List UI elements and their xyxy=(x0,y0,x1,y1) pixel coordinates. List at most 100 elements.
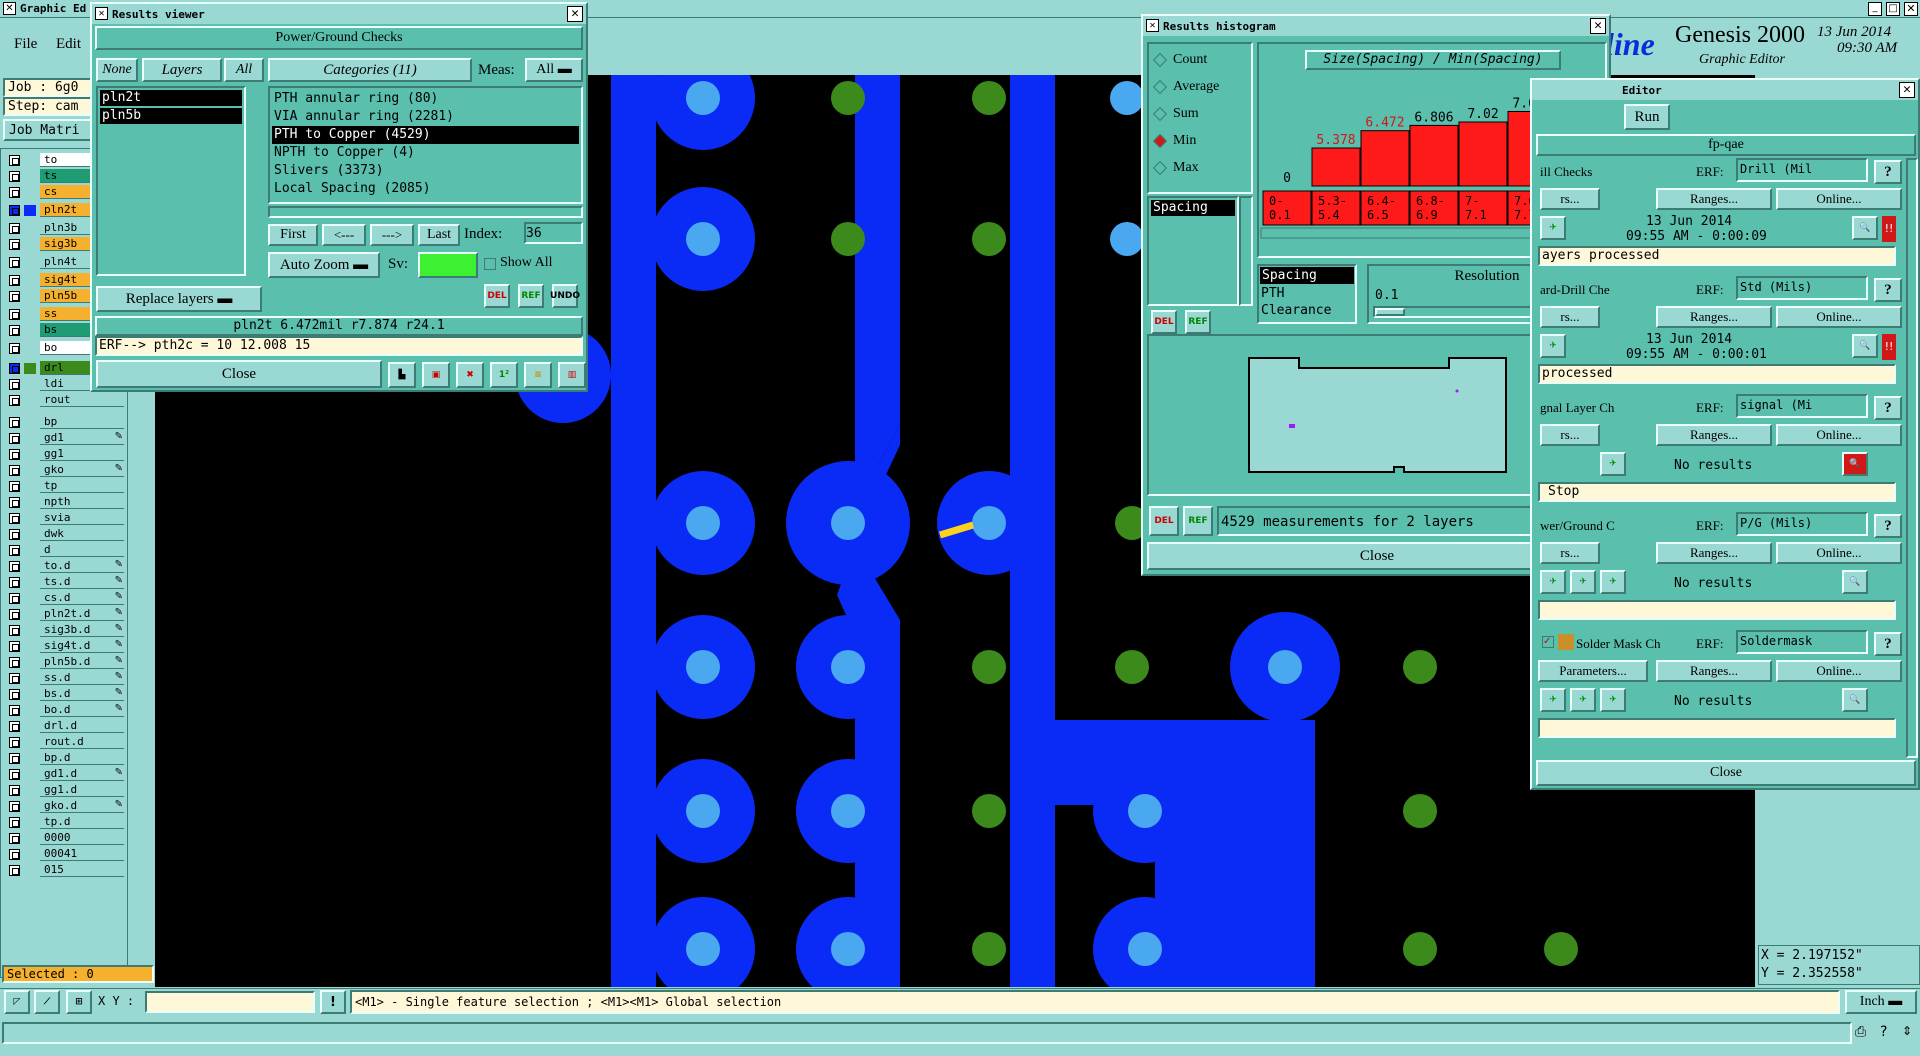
zoom-icon[interactable]: 🔍 xyxy=(1842,452,1868,476)
layer-checkbox[interactable] xyxy=(9,817,20,828)
layer-checkbox[interactable] xyxy=(9,673,20,684)
run-check-icon[interactable]: ✈ xyxy=(1540,334,1566,358)
checklist-scroll[interactable] xyxy=(1906,158,1918,758)
layer-checkbox[interactable] xyxy=(9,343,20,354)
menu-edit[interactable]: Edit xyxy=(56,36,81,53)
layer-checkbox[interactable] xyxy=(9,753,20,764)
online-button[interactable]: Online... xyxy=(1776,542,1902,564)
category-list[interactable]: PTH annular ring (80) VIA annular ring (2… xyxy=(268,86,583,204)
mode-radio-sum[interactable]: Sum xyxy=(1152,104,1199,124)
run-check-icon[interactable]: ✈ xyxy=(1600,570,1626,594)
zoom-icon[interactable]: 🔍 xyxy=(1852,216,1878,240)
layer-result-list[interactable]: pln2t pln5b xyxy=(96,86,246,276)
layer-checkbox[interactable] xyxy=(9,737,20,748)
layer-result-item[interactable]: pln5b xyxy=(100,108,242,124)
ref-icon[interactable]: REF xyxy=(518,284,544,308)
layer-row[interactable]: npth xyxy=(7,495,125,510)
parameters-button[interactable]: rs... xyxy=(1540,306,1600,328)
layer-checkbox[interactable] xyxy=(9,433,20,444)
mode-radio-min[interactable]: Min xyxy=(1152,131,1196,151)
layer-checkbox[interactable] xyxy=(9,205,20,216)
zoom-icon[interactable]: 🔍 xyxy=(1842,570,1868,594)
replace-layers-select[interactable]: Replace layers ▬ xyxy=(96,286,262,312)
layer-checkbox[interactable] xyxy=(9,769,20,780)
layer-row[interactable]: svia xyxy=(7,511,125,526)
layer-row[interactable]: sig3b.d ✎ xyxy=(7,623,125,638)
category-hscroll[interactable] xyxy=(268,206,583,218)
layer-row[interactable]: pln5b.d ✎ xyxy=(7,655,125,670)
layer-row[interactable]: ss.d ✎ xyxy=(7,671,125,686)
units-select[interactable]: Inch ▬ xyxy=(1845,990,1917,1014)
layer-checkbox[interactable] xyxy=(9,849,20,860)
results-viewer-titlebar[interactable]: ✕ Results viewer ✕ xyxy=(92,4,586,24)
layer-checkbox[interactable] xyxy=(9,609,20,620)
ranges-button[interactable]: Ranges... xyxy=(1656,542,1772,564)
category-item[interactable]: PTH annular ring (80) xyxy=(272,90,579,108)
layer-row[interactable]: d xyxy=(7,543,125,558)
layer-checkbox[interactable] xyxy=(9,865,20,876)
run-button[interactable]: Run xyxy=(1624,104,1670,130)
layers-button[interactable]: Layers xyxy=(142,58,222,82)
layer-checkbox[interactable] xyxy=(9,593,20,604)
erf-value[interactable]: Drill (Mil xyxy=(1736,158,1868,182)
layer-row[interactable]: gko ✎ xyxy=(7,463,125,478)
first-button[interactable]: First xyxy=(268,224,318,246)
minimize-icon[interactable]: _ xyxy=(1868,2,1882,16)
layer-checkbox[interactable] xyxy=(9,689,20,700)
del-icon[interactable]: DEL xyxy=(1151,310,1177,334)
meas-select[interactable]: All ▬ xyxy=(525,58,583,82)
category-item[interactable]: Slivers (3373) xyxy=(272,162,579,180)
layer-checkbox[interactable] xyxy=(9,641,20,652)
ref-icon[interactable]: REF xyxy=(1185,310,1211,334)
alert-icon[interactable]: ! xyxy=(320,990,346,1014)
layer-row[interactable]: dwk xyxy=(7,527,125,542)
run-check-icon[interactable]: ✈ xyxy=(1570,570,1596,594)
auto-zoom-select[interactable]: Auto Zoom ▬ xyxy=(268,252,380,278)
erf-value[interactable]: Soldermask xyxy=(1736,630,1868,654)
layer-checkbox[interactable] xyxy=(9,545,20,556)
ref-icon[interactable]: REF xyxy=(1183,506,1213,536)
prev-button[interactable]: <--- xyxy=(322,224,366,246)
layer-checkbox[interactable] xyxy=(9,417,20,428)
highlight-icon[interactable]: ▣ xyxy=(422,362,450,388)
layer-checkbox[interactable] xyxy=(9,291,20,302)
layer-row[interactable]: 00041 xyxy=(7,847,125,862)
layer-checkbox[interactable] xyxy=(9,465,20,476)
layer-checkbox[interactable] xyxy=(9,379,20,390)
layer-checkbox[interactable] xyxy=(9,257,20,268)
results-close-button[interactable]: Close xyxy=(96,360,382,388)
layer-row[interactable]: sig4t.d ✎ xyxy=(7,639,125,654)
ranges-button[interactable]: Ranges... xyxy=(1656,660,1772,682)
close-icon[interactable]: ✕ xyxy=(1899,82,1915,98)
ranges-button[interactable]: Ranges... xyxy=(1656,306,1772,328)
index-input[interactable] xyxy=(524,222,583,244)
layer-row[interactable]: cs.d ✎ xyxy=(7,591,125,606)
ranges-button[interactable]: Ranges... xyxy=(1656,424,1772,446)
layer-checkbox[interactable] xyxy=(9,833,20,844)
online-button[interactable]: Online... xyxy=(1776,424,1902,446)
mode-radio-average[interactable]: Average xyxy=(1152,77,1219,97)
last-button[interactable]: Last xyxy=(418,224,460,246)
category-item[interactable]: VIA annular ring (2281) xyxy=(272,108,579,126)
help-button[interactable]: ? xyxy=(1874,514,1902,538)
layer-checkbox[interactable] xyxy=(9,705,20,716)
layer-checkbox[interactable] xyxy=(9,497,20,508)
run-check-icon[interactable]: ✈ xyxy=(1600,452,1626,476)
menu-file[interactable]: File xyxy=(14,36,37,53)
run-check-icon[interactable]: ✈ xyxy=(1540,216,1566,240)
measure-type-list[interactable]: Spacing PTH Clearance xyxy=(1257,264,1357,324)
grid-icon[interactable]: ⊞ xyxy=(66,990,92,1014)
list-icon[interactable]: ≡ xyxy=(524,362,552,388)
del-icon[interactable]: DEL xyxy=(1149,506,1179,536)
window-menu-icon[interactable]: ✕ xyxy=(95,7,108,20)
layer-checkbox[interactable] xyxy=(9,785,20,796)
histogram-icon[interactable]: ▥ xyxy=(558,362,586,388)
check-enable-checkbox[interactable]: ✓ xyxy=(1542,636,1554,648)
close-icon[interactable]: ✕ xyxy=(1590,18,1606,34)
del-icon[interactable]: DEL xyxy=(484,284,510,308)
parameters-button[interactable]: rs... xyxy=(1540,542,1600,564)
run-check-icon[interactable]: ✈ xyxy=(1540,688,1566,712)
undo-icon[interactable]: UNDO xyxy=(550,284,580,308)
scroll-icon[interactable]: ⇕ xyxy=(1902,1024,1912,1038)
layer-checkbox[interactable] xyxy=(9,481,20,492)
